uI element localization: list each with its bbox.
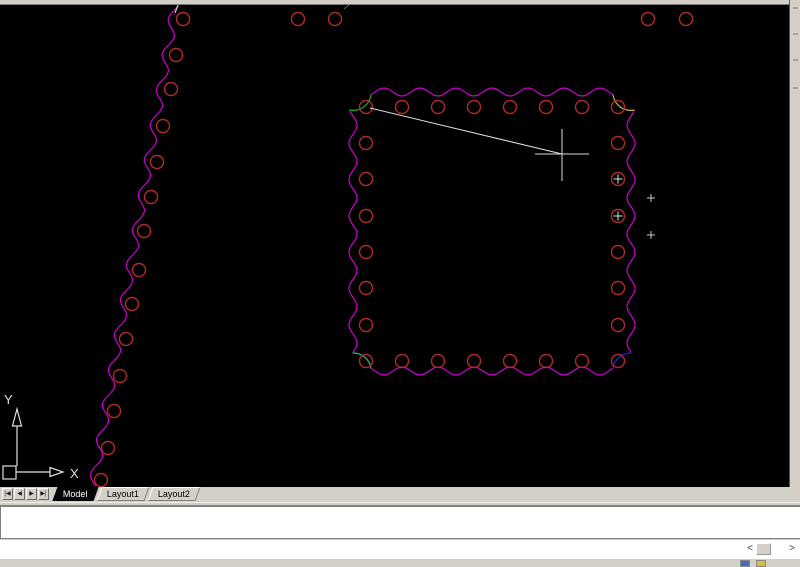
right-toolbar-fragment xyxy=(789,0,800,487)
bottom-strip xyxy=(0,558,800,567)
cad-circle[interactable] xyxy=(430,99,446,115)
cad-circle[interactable] xyxy=(358,244,374,260)
scroll-left-icon[interactable]: < xyxy=(744,542,756,556)
cad-circle[interactable] xyxy=(502,99,518,115)
toolbar-button-fragment xyxy=(793,33,798,35)
cad-circle[interactable] xyxy=(610,353,626,369)
top-toolbar-fragment xyxy=(0,0,789,5)
toolbar-button-fragment xyxy=(793,59,798,61)
command-history[interactable]: Specify start point: Current line-width … xyxy=(0,507,800,538)
cad-circle[interactable] xyxy=(610,99,626,115)
cad-circle[interactable] xyxy=(574,99,590,115)
cad-circle[interactable] xyxy=(466,99,482,115)
cad-circle[interactable] xyxy=(502,353,518,369)
cad-circle[interactable] xyxy=(358,208,374,224)
cad-circle[interactable] xyxy=(358,135,374,151)
cad-circle[interactable] xyxy=(124,296,140,312)
cad-circle[interactable] xyxy=(175,11,191,27)
cad-circle[interactable] xyxy=(93,472,109,487)
taskbar-icon-2[interactable] xyxy=(756,560,766,567)
cad-circle[interactable] xyxy=(394,99,410,115)
cad-circle[interactable] xyxy=(136,223,152,239)
tab-layout1[interactable]: Layout1 xyxy=(95,487,150,501)
wavy-polyline-left[interactable] xyxy=(89,5,179,487)
cad-circle[interactable] xyxy=(610,280,626,296)
scrollbar-thumb[interactable] xyxy=(756,543,771,555)
square-edge-bottom[interactable] xyxy=(370,366,614,376)
ucs-x-arrowhead-icon xyxy=(49,466,65,478)
tab-layout1-label: Layout1 xyxy=(106,489,139,499)
layout-tab-bar: |◀ ◀ ▶ ▶| Model Layout1 Layout2 xyxy=(0,487,800,503)
cad-circle[interactable] xyxy=(538,99,554,115)
tab-scroll-first-button[interactable]: |◀ xyxy=(2,488,13,500)
tab-scroll-last-button[interactable]: ▶| xyxy=(38,488,49,500)
square-edge-left[interactable] xyxy=(348,109,358,353)
cad-circle[interactable] xyxy=(112,368,128,384)
cad-circle[interactable] xyxy=(100,440,116,456)
cad-circle[interactable] xyxy=(168,47,184,63)
cad-circle[interactable] xyxy=(610,244,626,260)
stray-mark xyxy=(343,4,350,10)
cad-circle[interactable] xyxy=(149,154,165,170)
ucs-y-arrowhead-icon xyxy=(11,406,23,427)
ucs-origin-box xyxy=(2,465,17,480)
taskbar-icon-1[interactable] xyxy=(740,560,750,567)
tab-nav-buttons: |◀ ◀ ▶ ▶| xyxy=(2,488,49,500)
cad-circle[interactable] xyxy=(358,317,374,333)
ucs-y-label: Y xyxy=(4,392,13,407)
cad-circle[interactable] xyxy=(163,81,179,97)
cad-circle[interactable] xyxy=(574,353,590,369)
cad-circle[interactable] xyxy=(143,189,159,205)
cad-circle[interactable] xyxy=(430,353,446,369)
toolbar-button-fragment xyxy=(793,7,798,9)
cad-circle[interactable] xyxy=(290,11,306,27)
cad-circle[interactable] xyxy=(678,11,694,27)
scroll-right-icon[interactable]: > xyxy=(786,542,798,556)
tab-scroll-next-button[interactable]: ▶ xyxy=(26,488,37,500)
command-scrollbar: < > xyxy=(744,542,798,556)
cad-circle[interactable] xyxy=(327,11,343,27)
application-window: XY |◀ ◀ ▶ ▶| Model Layout1 Layout2 Speci… xyxy=(0,0,800,567)
cad-circle[interactable] xyxy=(538,353,554,369)
tab-layout2-label: Layout2 xyxy=(157,489,190,499)
command-input-line[interactable]: Specify next point or [Arc/Halfwidth/Len… xyxy=(0,541,800,558)
cad-circle[interactable] xyxy=(155,118,171,134)
rubber-band-line xyxy=(369,107,563,155)
cad-circle[interactable] xyxy=(131,262,147,278)
cad-circle[interactable] xyxy=(358,280,374,296)
drawing-canvas[interactable]: XY xyxy=(0,0,790,487)
cad-circle[interactable] xyxy=(106,403,122,419)
toolbar-button-fragment xyxy=(793,87,798,89)
cad-circle[interactable] xyxy=(640,11,656,27)
cad-circle[interactable] xyxy=(466,353,482,369)
square-edge-top[interactable] xyxy=(370,87,614,97)
square-edge-right[interactable] xyxy=(626,109,636,353)
cad-circle[interactable] xyxy=(358,171,374,187)
cad-circle[interactable] xyxy=(610,317,626,333)
tab-scroll-prev-button[interactable]: ◀ xyxy=(14,488,25,500)
tab-model[interactable]: Model xyxy=(52,487,99,501)
cad-circle[interactable] xyxy=(358,353,374,369)
cad-circle[interactable] xyxy=(394,353,410,369)
cad-circle[interactable] xyxy=(610,135,626,151)
cad-circle[interactable] xyxy=(358,99,374,115)
command-window: Specify start point: Current line-width … xyxy=(0,505,800,558)
ucs-x-label: X xyxy=(70,466,79,481)
cad-circle[interactable] xyxy=(118,331,134,347)
tab-model-label: Model xyxy=(62,489,88,499)
tab-layout2[interactable]: Layout2 xyxy=(146,487,201,501)
